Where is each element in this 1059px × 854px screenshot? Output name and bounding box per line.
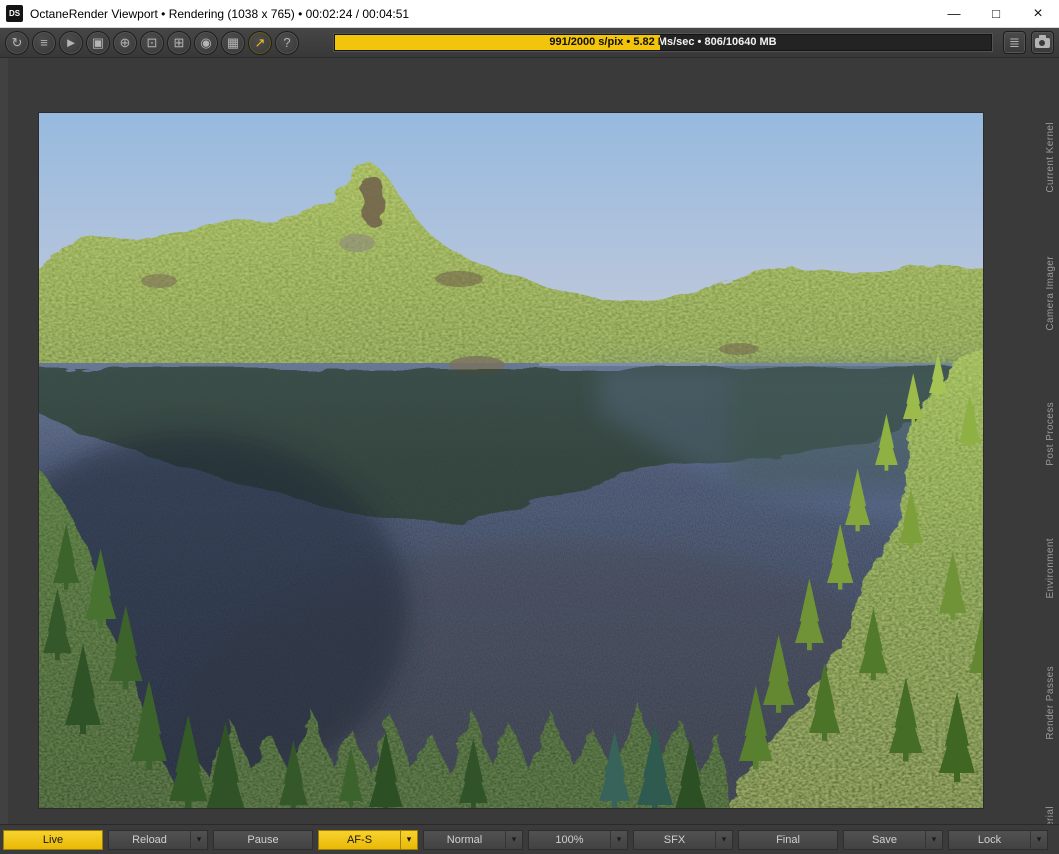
record-icon: ◉ (200, 35, 212, 50)
globe-button[interactable]: ⊕ (113, 30, 137, 55)
zoom-dropdown-arrow-icon[interactable]: ▾ (610, 829, 628, 850)
side-tab-current-kernel[interactable]: Current Kernel (1045, 122, 1056, 193)
record-button[interactable]: ◉ (194, 30, 218, 55)
reload-button[interactable]: Reload (108, 829, 190, 850)
viewport-area (0, 58, 1040, 824)
side-tab-strip: Current Kernel Camera Imager Post Proces… (1040, 58, 1059, 854)
save-dropdown-arrow-icon[interactable]: ▾ (925, 829, 943, 850)
titlebar: DS OctaneRender Viewport • Rendering (10… (0, 0, 1059, 28)
side-tab-post-process[interactable]: Post Process (1045, 402, 1056, 466)
render-log-button[interactable]: ≣ (1003, 31, 1026, 54)
snapshot-button[interactable] (1031, 31, 1054, 54)
globe-icon: ⊕ (119, 35, 131, 50)
bottom-toolbar: Live Reload ▾ Pause AF-S ▾ Normal ▾ 100%… (0, 824, 1059, 854)
render-viewport[interactable] (39, 113, 983, 808)
reload-dropdown-arrow-icon[interactable]: ▾ (190, 829, 208, 850)
grid-icon: ▦ (226, 35, 240, 50)
render-progress-bar: 991/2000 s/pix • 5.82 Ms/sec • 806/10640… (334, 34, 992, 51)
help-icon: ? (283, 35, 291, 50)
expand-icon: ↗ (254, 35, 266, 50)
minimize-button[interactable]: — (933, 0, 975, 27)
close-button[interactable]: × (1017, 0, 1059, 27)
list-menu-icon: ≡ (40, 35, 48, 50)
help-button[interactable]: ? (275, 30, 299, 55)
focus-icon: ⊡ (146, 35, 158, 50)
tiles-icon: ⊞ (173, 35, 185, 50)
octane-render-viewport-window: DS OctaneRender Viewport • Rendering (10… (0, 0, 1059, 854)
expand-button[interactable]: ↗ (248, 30, 272, 55)
sfx-dropdown-arrow-icon[interactable]: ▾ (715, 829, 733, 850)
list-menu-button[interactable]: ≡ (32, 30, 56, 55)
side-tab-camera-imager[interactable]: Camera Imager (1045, 256, 1056, 331)
maximize-button[interactable]: □ (975, 0, 1017, 27)
pause-button[interactable]: Pause (213, 829, 313, 850)
progress-fill: 991/2000 s/pix • 5.82 Ms/sec • 806/10640… (335, 35, 660, 50)
progress-label-dark: 991/2000 s/pix • 5.82 Ms/sec • 806/10640… (549, 36, 659, 48)
lock-button[interactable]: Lock (948, 829, 1030, 850)
camera-icon (1035, 34, 1050, 48)
render-toolbar: ↻ ≡ ► ▣ ⊕ ⊡ ⊞ ◉ ▦ ↗ ? 991/2000 s/pix • 5… (0, 28, 1059, 58)
render-log-icon: ≣ (1009, 34, 1020, 50)
focus-button[interactable]: ⊡ (140, 30, 164, 55)
normal-mode-dropdown[interactable]: Normal (423, 829, 505, 850)
lock-dropdown-arrow-icon[interactable]: ▾ (1030, 829, 1048, 850)
refresh-icon: ↻ (11, 35, 23, 50)
zoom-dropdown[interactable]: 100% (528, 829, 610, 850)
toolbar-right-group: ≣ (1003, 31, 1054, 54)
afs-dropdown-arrow-icon[interactable]: ▾ (400, 829, 418, 850)
rendered-scene-image (39, 113, 983, 808)
tiles-button[interactable]: ⊞ (167, 30, 191, 55)
side-tab-environment[interactable]: Environment (1045, 538, 1056, 599)
play-arrow-icon: ► (64, 35, 78, 50)
left-gutter (0, 58, 8, 824)
window-title: OctaneRender Viewport • Rendering (1038 … (30, 6, 410, 21)
refresh-button[interactable]: ↻ (5, 30, 29, 55)
grid-button[interactable]: ▦ (221, 30, 245, 55)
afs-button[interactable]: AF-S (318, 829, 400, 850)
side-tab-render-passes[interactable]: Render Passes (1045, 666, 1056, 740)
live-button[interactable]: Live (3, 829, 103, 850)
play-arrow-button[interactable]: ► (59, 30, 83, 55)
final-button[interactable]: Final (738, 829, 838, 850)
daz-studio-app-icon: DS (6, 5, 23, 22)
pip-icon: ▣ (91, 35, 105, 50)
sfx-dropdown[interactable]: SFX (633, 829, 715, 850)
save-button[interactable]: Save (843, 829, 925, 850)
pip-button[interactable]: ▣ (86, 30, 110, 55)
normal-dropdown-arrow-icon[interactable]: ▾ (505, 829, 523, 850)
window-controls: — □ × (933, 0, 1059, 27)
